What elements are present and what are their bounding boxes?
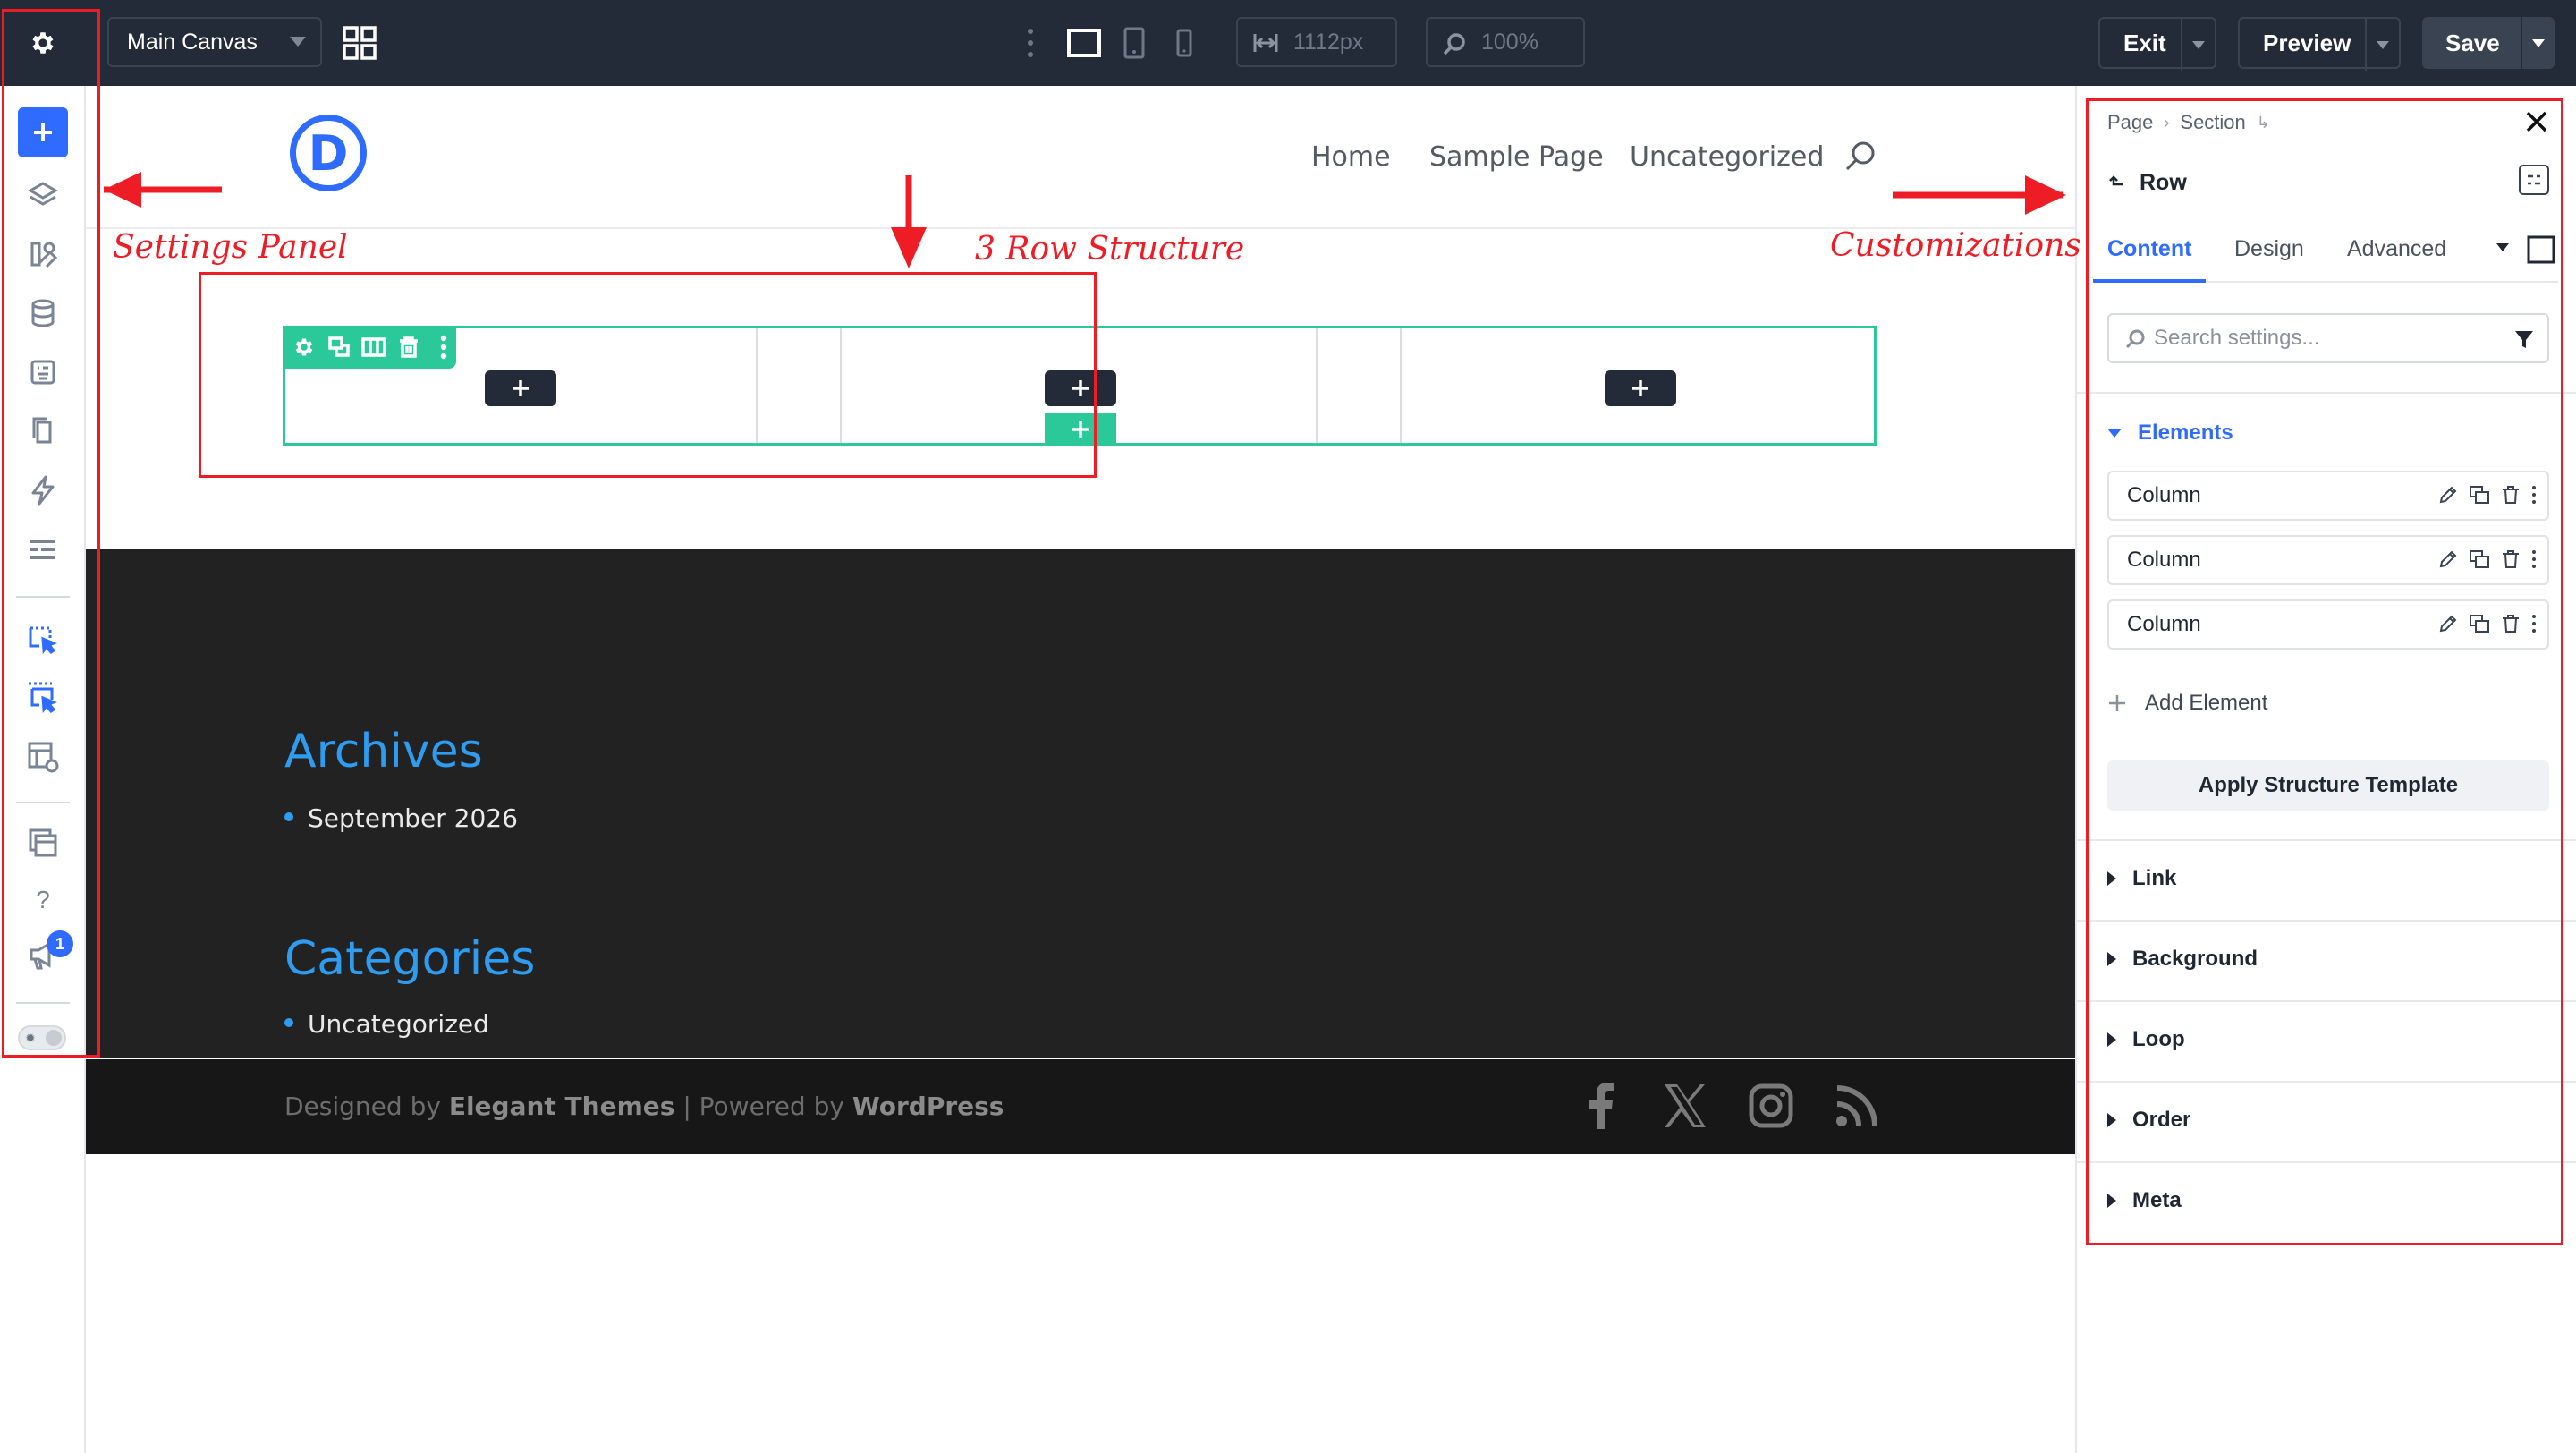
archive-link[interactable]: September 2026	[284, 803, 518, 833]
width-resize-icon	[1253, 34, 1278, 52]
widget-title-archives: Archives	[284, 725, 483, 778]
plus-icon	[1632, 380, 1648, 396]
column-divider	[1316, 328, 1318, 443]
annotation-label-settings-panel: Settings Panel	[113, 229, 348, 266]
bullet	[284, 812, 293, 821]
annotation-box-row-structure	[199, 272, 1097, 478]
grid-icon	[343, 26, 377, 60]
zoom-value: 100%	[1481, 29, 1538, 55]
chevron-down-icon	[2532, 38, 2545, 47]
canvas-width-value: 1112px	[1293, 29, 1364, 55]
credits-theme-link[interactable]: Elegant Themes	[449, 1092, 675, 1121]
annotation-box-settings-panel	[2, 9, 100, 1058]
preview-button[interactable]: Preview	[2238, 17, 2401, 71]
search-icon[interactable]	[1843, 138, 1878, 174]
phone-view-icon[interactable]	[1172, 25, 1197, 61]
canvas-grid-button[interactable]	[342, 25, 377, 61]
desktop-view-icon[interactable]	[1066, 25, 1102, 61]
chevron-down-icon	[2377, 40, 2389, 49]
column-divider	[1400, 328, 1402, 443]
widget-title-categories: Categories	[284, 932, 536, 986]
footer-bottom-bar: Designed by Elegant Themes | Powered by …	[86, 1059, 2075, 1154]
rss-icon[interactable]	[1834, 1083, 1878, 1129]
canvas-width-field[interactable]: 1112px	[1236, 17, 1397, 67]
canvas-select[interactable]: Main Canvas	[107, 17, 322, 67]
credits-platform-link[interactable]: WordPress	[852, 1092, 1004, 1121]
archive-link-label: September 2026	[308, 803, 518, 833]
category-link-label: Uncategorized	[308, 1009, 489, 1039]
zoom-icon	[1443, 33, 1465, 55]
preview-label: Preview	[2263, 29, 2351, 56]
exit-menu-toggle[interactable]	[2181, 19, 2215, 71]
add-module-button[interactable]	[1605, 370, 1676, 406]
preview-menu-toggle[interactable]	[2365, 19, 2399, 71]
nav-link-home[interactable]: Home	[1311, 141, 1391, 173]
zoom-field[interactable]: 100%	[1426, 17, 1585, 67]
chevron-down-icon	[2192, 40, 2205, 49]
annotation-label-customizations: Customizations	[1830, 227, 2081, 264]
tablet-view-icon[interactable]	[1120, 25, 1148, 61]
x-twitter-icon[interactable]	[1662, 1083, 1707, 1129]
nav-link-uncategorized[interactable]: Uncategorized	[1630, 141, 1824, 173]
bullet	[284, 1018, 293, 1027]
site-header: D Home Sample Page Uncategorized	[86, 86, 2075, 229]
top-toolbar: Main Canvas 1112px 100% Exit Preview Sav…	[0, 0, 2576, 86]
site-footer: Archives September 2026 Categories Uncat…	[86, 549, 2075, 1058]
category-link[interactable]: Uncategorized	[284, 1009, 489, 1039]
facebook-icon[interactable]	[1585, 1083, 1615, 1129]
more-vertical-icon[interactable]	[1025, 27, 1036, 59]
nav-link-sample-page[interactable]: Sample Page	[1429, 141, 1604, 173]
exit-button[interactable]: Exit	[2098, 17, 2216, 71]
credits-powered-by: | Powered by	[682, 1092, 844, 1121]
save-button[interactable]: Save	[2422, 17, 2555, 69]
canvas-select-value: Main Canvas	[127, 29, 258, 55]
save-menu-toggle[interactable]	[2521, 17, 2555, 69]
annotation-label-row-structure: 3 Row Structure	[975, 231, 1245, 268]
save-label: Save	[2445, 29, 2500, 56]
chevron-down-icon	[290, 37, 306, 47]
credits-designed-by: Designed by	[284, 1092, 441, 1121]
exit-label: Exit	[2123, 29, 2166, 56]
site-logo[interactable]: D	[290, 115, 367, 191]
footer-credits: Designed by Elegant Themes | Powered by …	[284, 1092, 1004, 1121]
annotation-box-customizations	[2086, 98, 2563, 1245]
instagram-icon[interactable]	[1748, 1083, 1794, 1129]
